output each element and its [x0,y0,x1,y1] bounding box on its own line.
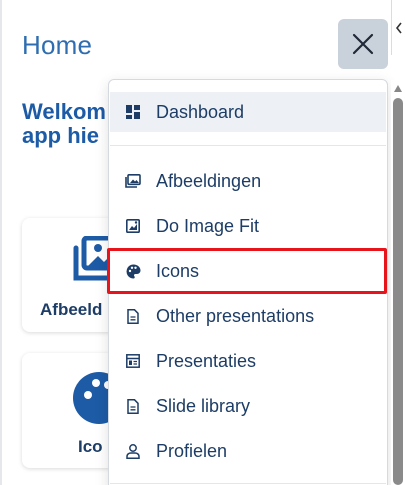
dashboard-icon [125,104,141,120]
menu-item-label: Other presentations [156,305,315,326]
scrollbar-thumb[interactable] [393,98,403,485]
close-button[interactable] [338,19,388,69]
menu-divider [110,483,386,484]
menu-item-presentaties[interactable]: Presentaties [110,341,386,381]
user-icon [125,443,141,459]
document-icon [125,308,141,324]
close-icon [352,33,374,55]
menu-item-other-presentations[interactable]: Other presentations [110,296,386,336]
scroll-up-arrow-icon[interactable] [394,85,402,92]
card-label: Ico [78,437,103,456]
menu-item-dashboard[interactable]: Dashboard [110,92,386,132]
menu-item-label: Slide library [156,395,251,416]
image-fit-icon [125,218,141,234]
image-gallery-icon [125,173,141,189]
menu-item-label: Do Image Fit [156,215,260,236]
chevron-left-icon [395,22,402,33]
panel-collapse-button[interactable] [391,0,405,55]
menu-item-icons[interactable]: Icons [110,251,386,291]
menu-item-slide-library[interactable]: Slide library [110,386,386,426]
menu-item-label: Afbeeldingen [156,170,262,191]
menu-item-do-image-fit[interactable]: Do Image Fit [110,206,386,246]
menu-divider [110,145,386,146]
page-border [0,0,2,485]
page-title: Home [22,30,93,60]
document-icon [125,398,141,414]
menu-item-label: Dashboard [156,101,245,122]
menu-item-label: Icons [156,260,200,281]
menu-item-label: Profielen [156,440,228,461]
menu-item-profielen[interactable]: Profielen [110,431,386,471]
presentation-icon [125,353,141,369]
menu-item-afbeeldingen[interactable]: Afbeeldingen [110,161,386,201]
card-label: Afbeeld [40,300,103,319]
navigation-menu: Dashboard Afbeeldingen Do Image Fit Icon… [108,79,388,485]
menu-item-label: Presentaties [156,350,257,371]
palette-icon [125,263,141,279]
